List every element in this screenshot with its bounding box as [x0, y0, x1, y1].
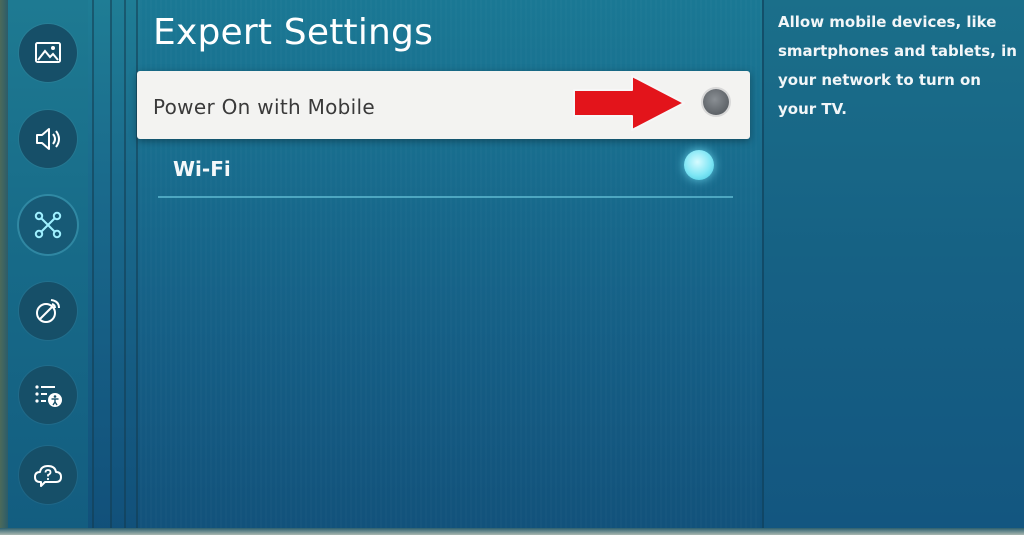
- nav-support-button[interactable]: [19, 282, 77, 340]
- setting-label: Power On with Mobile: [153, 95, 375, 119]
- sound-icon: [36, 128, 60, 150]
- help-cloud-icon: [34, 465, 62, 487]
- nav-picture-button[interactable]: [19, 24, 77, 82]
- support-satellite-icon: [36, 299, 60, 323]
- setting-label: Wi-Fi: [173, 157, 231, 181]
- bezel-bottom: [0, 528, 1024, 535]
- rail-divider: [124, 0, 126, 528]
- nav-accessibility-button[interactable]: [19, 366, 77, 424]
- nav-sound-button[interactable]: [19, 110, 77, 168]
- rail-divider: [92, 0, 94, 528]
- description-panel: Allow mobile devices, like smartphones a…: [762, 0, 1024, 528]
- nav-network-button[interactable]: [19, 196, 77, 254]
- wifi-toggle[interactable]: [684, 150, 714, 180]
- bezel-left: [0, 0, 8, 535]
- page-title: Expert Settings: [153, 12, 434, 53]
- red-arrow-icon: [573, 75, 685, 131]
- network-icon: [34, 211, 62, 239]
- picture-icon: [35, 42, 61, 63]
- setting-description: Allow mobile devices, like smartphones a…: [778, 13, 1017, 118]
- settings-nav-rail: [8, 0, 88, 528]
- tv-settings-screen: Expert Settings Power On with Mobile Wi-…: [0, 0, 1024, 535]
- setting-row-wifi[interactable]: Wi-Fi: [158, 143, 733, 198]
- rail-divider: [110, 0, 112, 528]
- accessibility-list-icon: [35, 385, 62, 407]
- power-on-mobile-toggle[interactable]: [703, 89, 729, 115]
- nav-support-help-button[interactable]: [19, 446, 77, 504]
